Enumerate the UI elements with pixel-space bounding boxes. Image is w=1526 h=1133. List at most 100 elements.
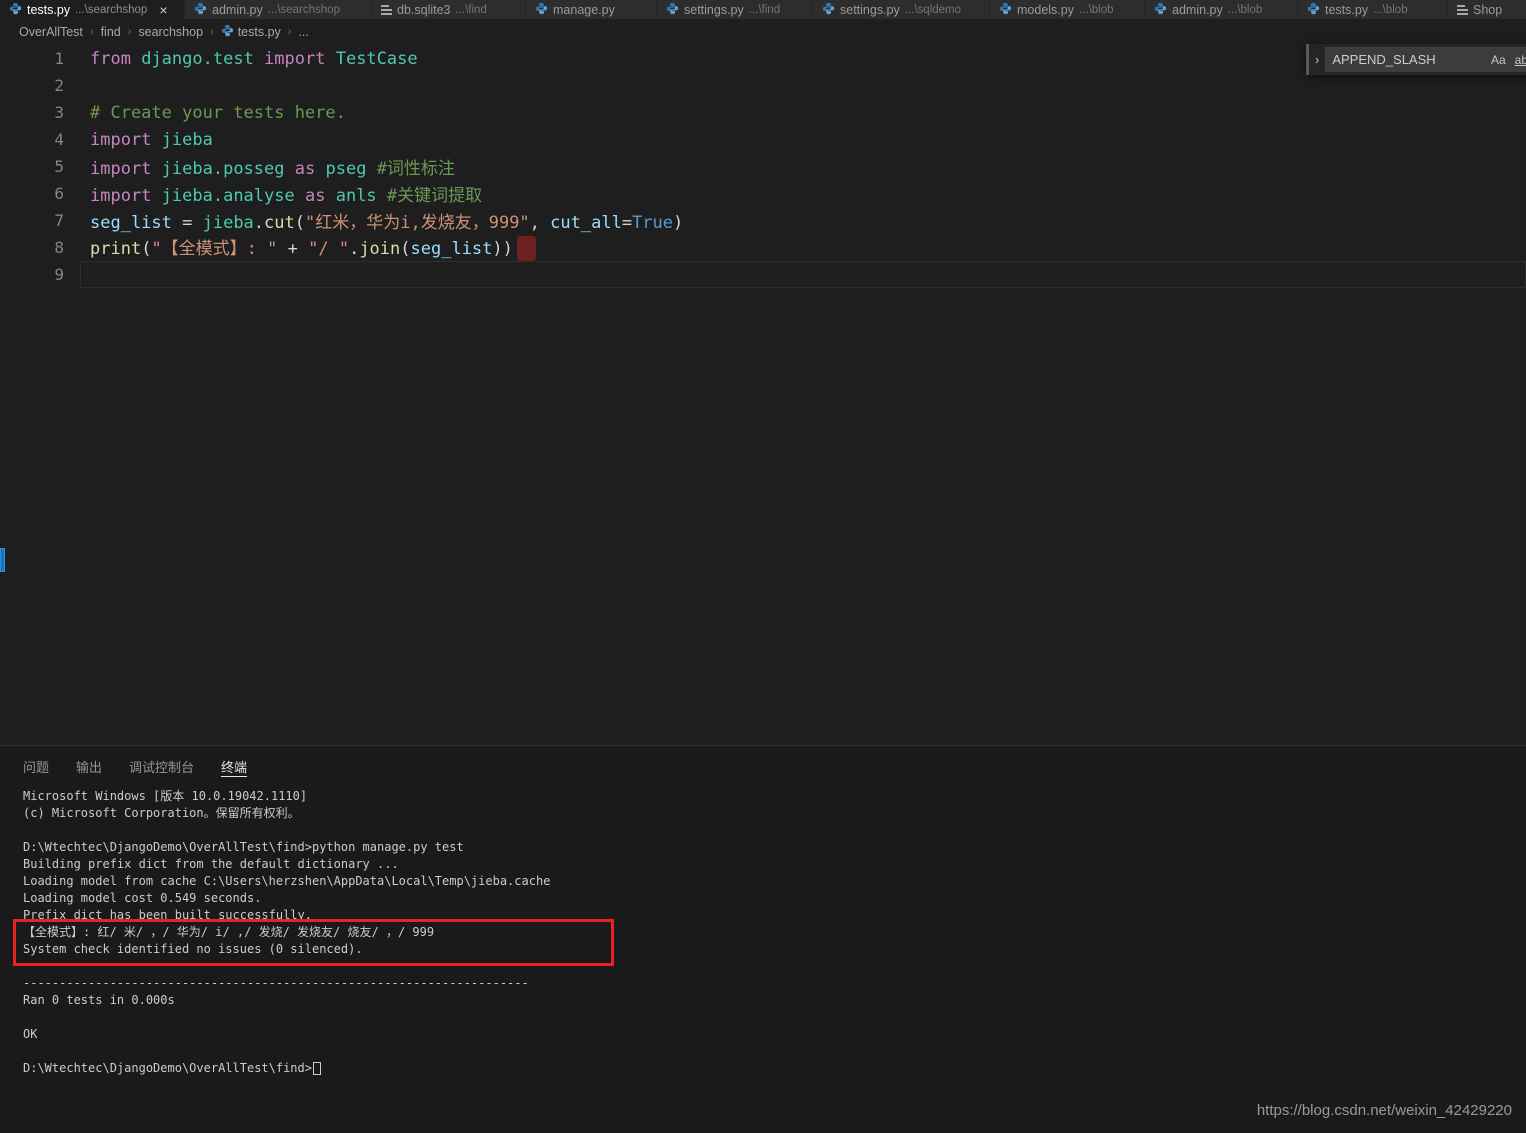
tab-filename: admin.py: [1172, 3, 1223, 17]
panel-tab-bar: 问题 输出 调试控制台 终端: [0, 746, 1526, 777]
python-file-icon: [999, 2, 1012, 18]
panel-tab-output[interactable]: 输出: [76, 757, 102, 777]
line-number: 3: [0, 103, 64, 122]
terminal-cursor: [313, 1062, 321, 1075]
editor-tab-tests.py[interactable]: tests.py...\blob: [1298, 0, 1448, 19]
code-text: # Create your tests here.: [90, 103, 346, 123]
terminal-line: D:\Wtechtec\DjangoDemo\OverAllTest\find>: [23, 1060, 1526, 1077]
tab-dirname: ...\blob: [1079, 4, 1114, 16]
tab-filename: Shop: [1473, 3, 1502, 17]
tab-dirname: ...\searchshop: [268, 4, 340, 16]
chevron-right-icon: ›: [210, 26, 214, 38]
editor-tab-models.py[interactable]: models.py ...\blob: [990, 0, 1145, 19]
whole-word-icon[interactable]: ab: [1512, 52, 1526, 68]
find-input[interactable]: [1330, 51, 1485, 68]
bottom-panel: 问题 输出 调试控制台 终端 Microsoft Windows [版本 10.0.1…: [0, 745, 1526, 1133]
terminal-line: (c) Microsoft Corporation。保留所有权利。: [23, 805, 1526, 822]
terminal-line: Loading model from cache C:\Users\herzsh…: [23, 873, 1526, 890]
terminal-line: System check identified no issues (0 sil…: [23, 941, 1526, 958]
code-text: from django.test import TestCase: [90, 49, 418, 69]
tab-filename: tests.py: [27, 3, 70, 17]
code-line: 8 print("【全模式】: " + "/ ".join(seg_list)): [0, 234, 1526, 261]
editor-tab-Shop[interactable]: Shop: [1448, 0, 1526, 19]
line-number: 1: [0, 49, 64, 68]
breadcrumb-item-tests.py[interactable]: tests.py: [221, 24, 281, 40]
code-line: 4 import jieba: [0, 126, 1526, 153]
line-number: 7: [0, 211, 64, 230]
breadcrumb-item-...[interactable]: ...: [298, 25, 308, 39]
code-line: 9: [0, 261, 1526, 288]
code-text: import jieba.posseg as pseg #词性标注: [90, 154, 455, 179]
tab-filename: db.sqlite3: [397, 3, 451, 17]
tab-filename: settings.py: [684, 3, 744, 17]
tab-filename: tests.py: [1325, 3, 1368, 17]
close-icon[interactable]: ×: [159, 3, 167, 17]
editor-code-area[interactable]: 1 from django.test import TestCase 2 3 # Cre…: [0, 45, 1526, 745]
breadcrumb-label: OverAllTest: [19, 25, 83, 39]
tab-dirname: ...\sqldemo: [905, 4, 961, 16]
code-line: 6 import jieba.analyse as anls #关键词提取: [0, 180, 1526, 207]
tab-dirname: ...\find: [456, 4, 487, 16]
find-expand-chevron-icon[interactable]: ›: [1309, 52, 1325, 67]
panel-tab-problems[interactable]: 问题: [23, 757, 49, 777]
tab-dirname: ...\blob: [1228, 4, 1263, 16]
editor-tab-db.sqlite3[interactable]: db.sqlite3 ...\find: [372, 0, 526, 19]
line-number: 8: [0, 238, 64, 257]
code-line: 7 seg_list = jieba.cut("红米，华为i,发烧友，999", …: [0, 207, 1526, 234]
tab-bar: tests.py...\searchshop× admin.py ...\searc…: [0, 0, 1526, 19]
editor-tab-admin.py[interactable]: admin.py ...\blob: [1145, 0, 1298, 19]
terminal-line: D:\Wtechtec\DjangoDemo\OverAllTest\find>…: [23, 839, 1526, 856]
panel-tab-terminal[interactable]: 终端: [221, 757, 247, 777]
terminal-line: [23, 958, 1526, 975]
code-text: import jieba.analyse as anls #关键词提取: [90, 181, 482, 206]
terminal-content[interactable]: Microsoft Windows [版本 10.0.19042.1110](c…: [0, 788, 1526, 1133]
breadcrumb-item-find[interactable]: find: [101, 25, 121, 39]
breadcrumb-label: ...: [298, 25, 308, 39]
code-text: print("【全模式】: " + "/ ".join(seg_list)): [90, 234, 536, 262]
panel-tab-debug-console[interactable]: 调试控制台: [129, 757, 194, 777]
terminal-line: Prefix dict has been built successfully.: [23, 907, 1526, 924]
watermark-url: https://blog.csdn.net/weixin_42429220: [1257, 1102, 1512, 1119]
breadcrumb: OverAllTest›find›searchshop›tests.py›...: [0, 19, 1526, 45]
python-file-icon: [1307, 2, 1320, 18]
python-file-icon: [822, 2, 835, 18]
editor-tab-tests.py[interactable]: tests.py...\searchshop×: [0, 0, 185, 19]
chevron-right-icon: ›: [288, 26, 292, 38]
terminal-line: 【全模式】: 红/ 米/ ，/ 华为/ i/ ,/ 发烧/ 发烧友/ 烧友/ ，…: [23, 924, 1526, 941]
breadcrumb-label: tests.py: [238, 25, 281, 39]
terminal-line: ----------------------------------------…: [23, 975, 1526, 992]
terminal-line: Ran 0 tests in 0.000s: [23, 992, 1526, 1009]
line-number: 4: [0, 130, 64, 149]
editor-tab-admin.py[interactable]: admin.py ...\searchshop: [185, 0, 372, 19]
editor-tab-settings.py[interactable]: settings.py...\sqldemo: [813, 0, 990, 19]
terminal-line: [23, 1009, 1526, 1026]
vscode-window: tests.py...\searchshop× admin.py ...\searc…: [0, 0, 1526, 1133]
code-text: import jieba: [90, 130, 213, 150]
terminal-line: [23, 1043, 1526, 1060]
breadcrumb-item-searchshop[interactable]: searchshop: [138, 25, 203, 39]
tab-filename: manage.py: [553, 3, 615, 17]
chevron-right-icon: ›: [90, 26, 94, 38]
line-number: 9: [0, 265, 64, 284]
editor-tab-settings.py[interactable]: settings.py...\find: [657, 0, 813, 19]
code-line: 3 # Create your tests here.: [0, 99, 1526, 126]
line-number: 6: [0, 184, 64, 203]
database-file-icon: [381, 5, 392, 15]
editor-tab-manage.py[interactable]: manage.py: [526, 0, 657, 19]
terminal-line: Building prefix dict from the default di…: [23, 856, 1526, 873]
python-file-icon: [194, 2, 207, 18]
breadcrumb-label: searchshop: [138, 25, 203, 39]
code-line: 2: [0, 72, 1526, 99]
code-text: seg_list = jieba.cut("红米，华为i,发烧友，999", c…: [90, 208, 683, 233]
python-file-icon: [9, 2, 22, 18]
breadcrumb-item-OverAllTest[interactable]: OverAllTest: [19, 25, 83, 39]
code-line: 1 from django.test import TestCase: [0, 45, 1526, 72]
python-file-icon: [1154, 2, 1167, 18]
tab-filename: models.py: [1017, 3, 1074, 17]
line-number: 2: [0, 76, 64, 95]
tab-filename: admin.py: [212, 3, 263, 17]
match-case-icon[interactable]: Aa: [1488, 52, 1509, 68]
breadcrumb-label: find: [101, 25, 121, 39]
find-widget: › Aa ab: [1306, 44, 1526, 75]
python-file-icon: [221, 24, 234, 40]
